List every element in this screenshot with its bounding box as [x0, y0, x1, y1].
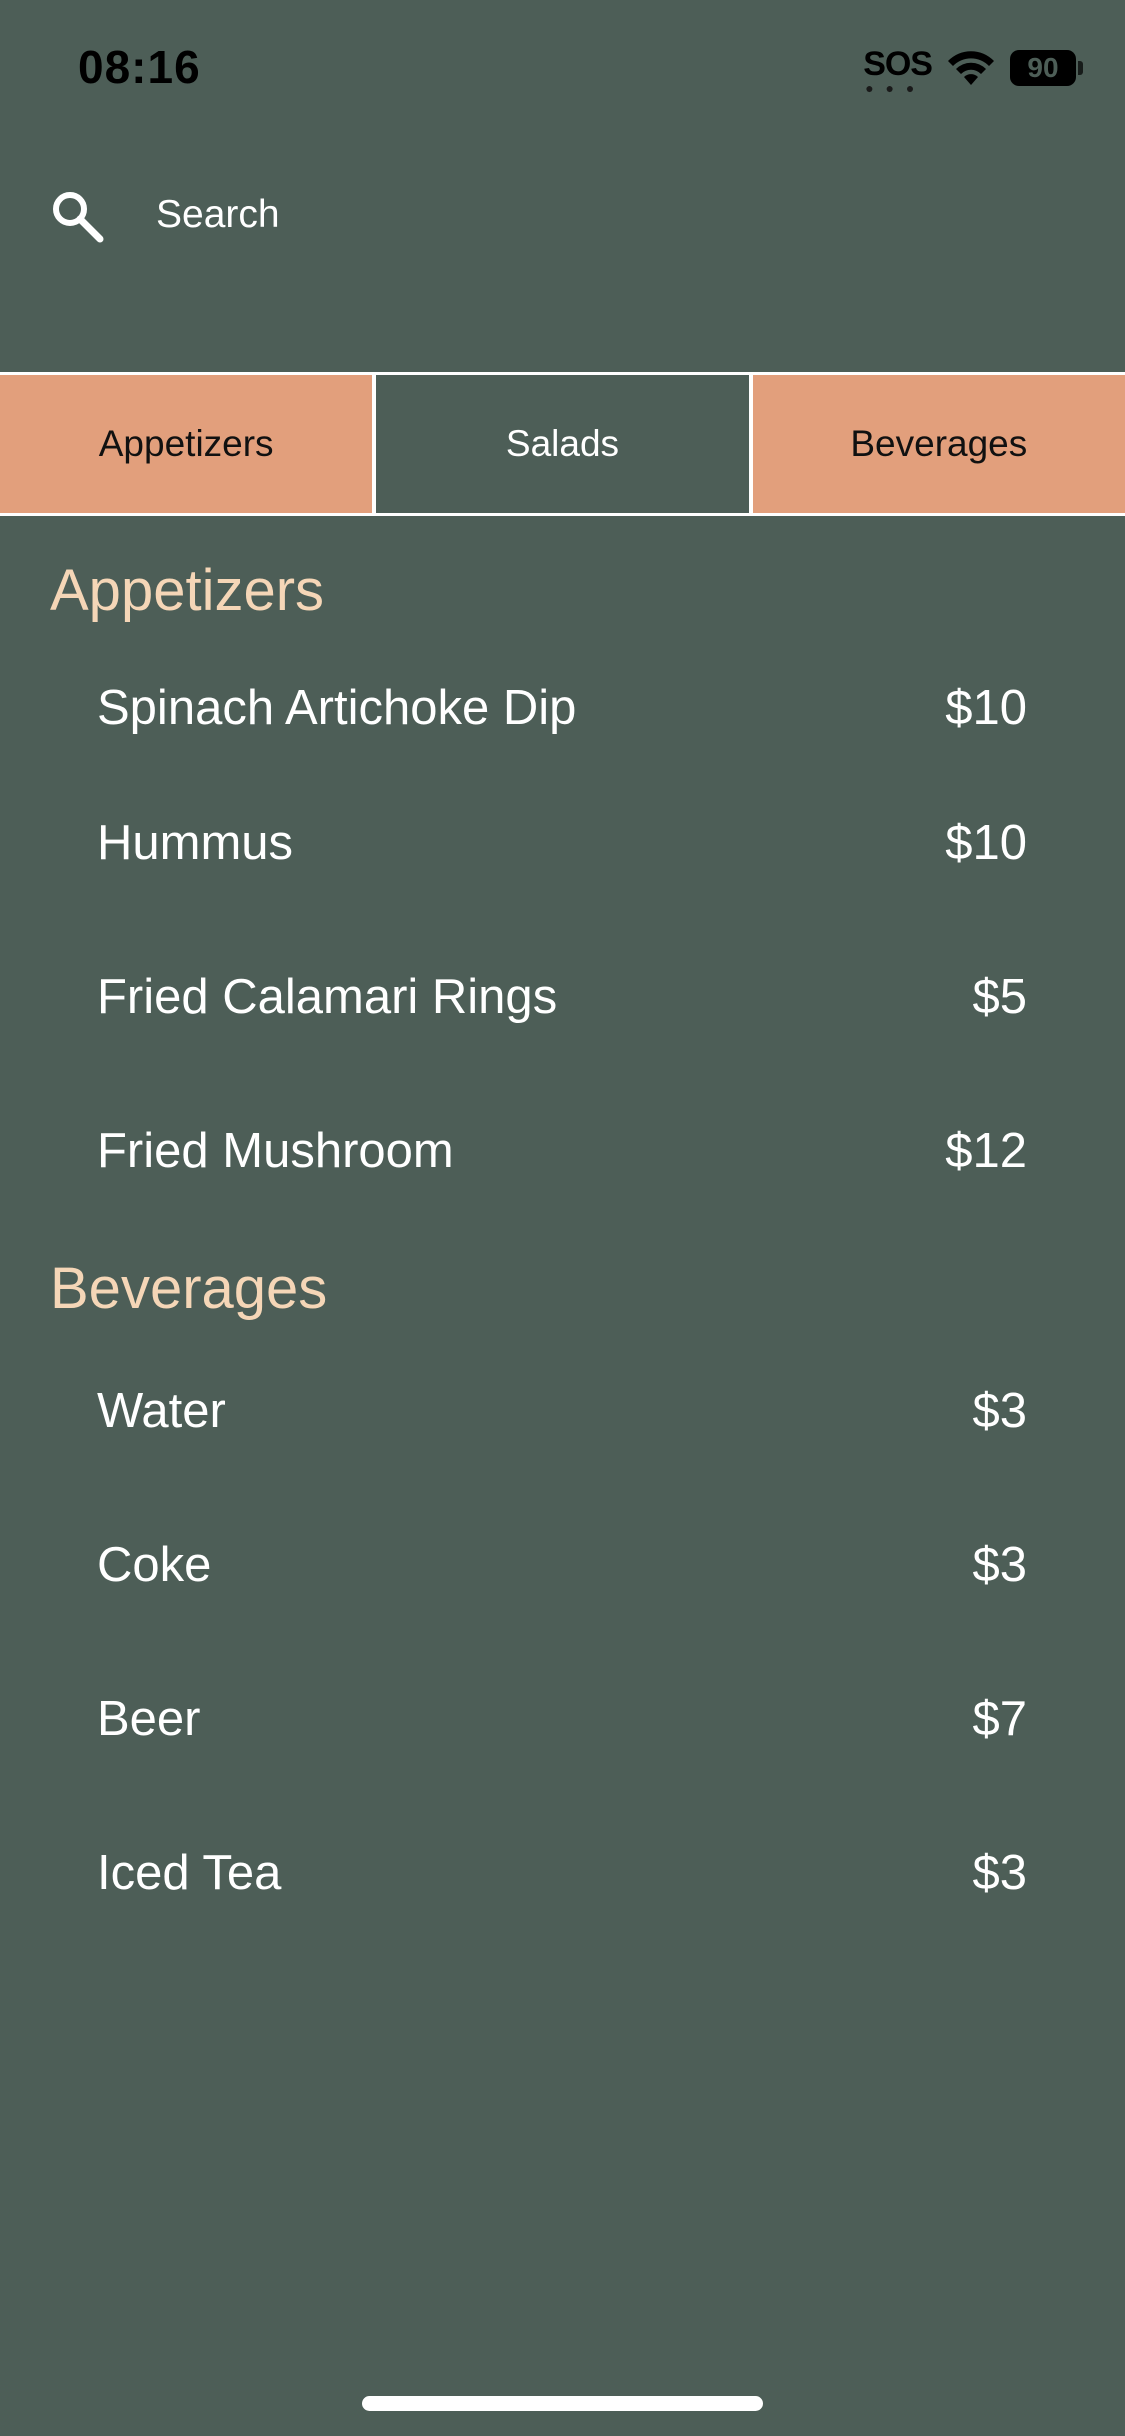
menu-item[interactable]: Fried Mushroom $12 [0, 1074, 1125, 1228]
menu-list: Appetizers Spinach Artichoke Dip $10 Hum… [0, 516, 1125, 1950]
section-title-beverages: Beverages [50, 1256, 328, 1321]
menu-item-name: Water [97, 1384, 226, 1438]
search-input[interactable] [156, 187, 1056, 243]
menu-item[interactable]: Beer $7 [0, 1642, 1125, 1796]
menu-item-price: $3 [972, 1846, 1027, 1900]
menu-item-name: Iced Tea [97, 1846, 282, 1900]
beverages-list: Water $3 Coke $3 Beer $7 Iced Tea $3 [0, 1334, 1125, 1950]
menu-item-price: $3 [972, 1538, 1027, 1592]
battery-cap [1078, 61, 1083, 75]
sos-signal-dots: ● ● ● [865, 80, 919, 96]
menu-item[interactable]: Water $3 [0, 1334, 1125, 1488]
tab-appetizers[interactable]: Appetizers [0, 375, 373, 513]
menu-item[interactable]: Hummus $10 [0, 766, 1125, 920]
battery-icon: 90 [1010, 50, 1076, 86]
menu-item-price: $10 [945, 681, 1027, 735]
battery-level: 90 [1027, 52, 1059, 83]
menu-item-name: Fried Calamari Rings [97, 970, 558, 1024]
menu-item-price: $10 [945, 816, 1027, 870]
status-indicators: SOS ● ● ● 90 [863, 45, 1083, 95]
menu-item-name: Hummus [97, 816, 294, 870]
section-title-appetizers: Appetizers [50, 558, 325, 623]
sos-indicator: SOS ● ● ● [863, 45, 933, 95]
tab-salads[interactable]: Salads [376, 375, 749, 513]
menu-item-name: Fried Mushroom [97, 1124, 454, 1178]
status-time: 08:16 [78, 41, 201, 93]
menu-screen: 08:16 SOS ● ● ● 90 Appetizers Sal [0, 0, 1125, 2436]
menu-item-price: $5 [972, 970, 1027, 1024]
wifi-icon [948, 51, 994, 85]
menu-item-name: Coke [97, 1538, 212, 1592]
menu-item[interactable]: Fried Calamari Rings $5 [0, 920, 1125, 1074]
status-bar: 08:16 SOS ● ● ● 90 [0, 0, 1125, 135]
menu-item-price: $12 [945, 1124, 1027, 1178]
menu-item[interactable]: Iced Tea $3 [0, 1796, 1125, 1950]
menu-item[interactable]: Coke $3 [0, 1488, 1125, 1642]
home-indicator[interactable] [362, 2396, 763, 2411]
category-tabs: Appetizers Salads Beverages [0, 372, 1125, 516]
search-icon [53, 192, 104, 243]
menu-item-name: Spinach Artichoke Dip [97, 681, 577, 735]
tab-beverages[interactable]: Beverages [752, 375, 1125, 513]
sos-label: SOS [863, 45, 933, 83]
search-bar[interactable] [0, 165, 1125, 265]
menu-item[interactable]: Spinach Artichoke Dip $10 [0, 636, 1125, 766]
appetizers-list: Spinach Artichoke Dip $10 Hummus $10 Fri… [0, 636, 1125, 1228]
menu-item-name: Beer [97, 1692, 201, 1746]
menu-item-price: $7 [972, 1692, 1027, 1746]
menu-item-price: $3 [972, 1384, 1027, 1438]
